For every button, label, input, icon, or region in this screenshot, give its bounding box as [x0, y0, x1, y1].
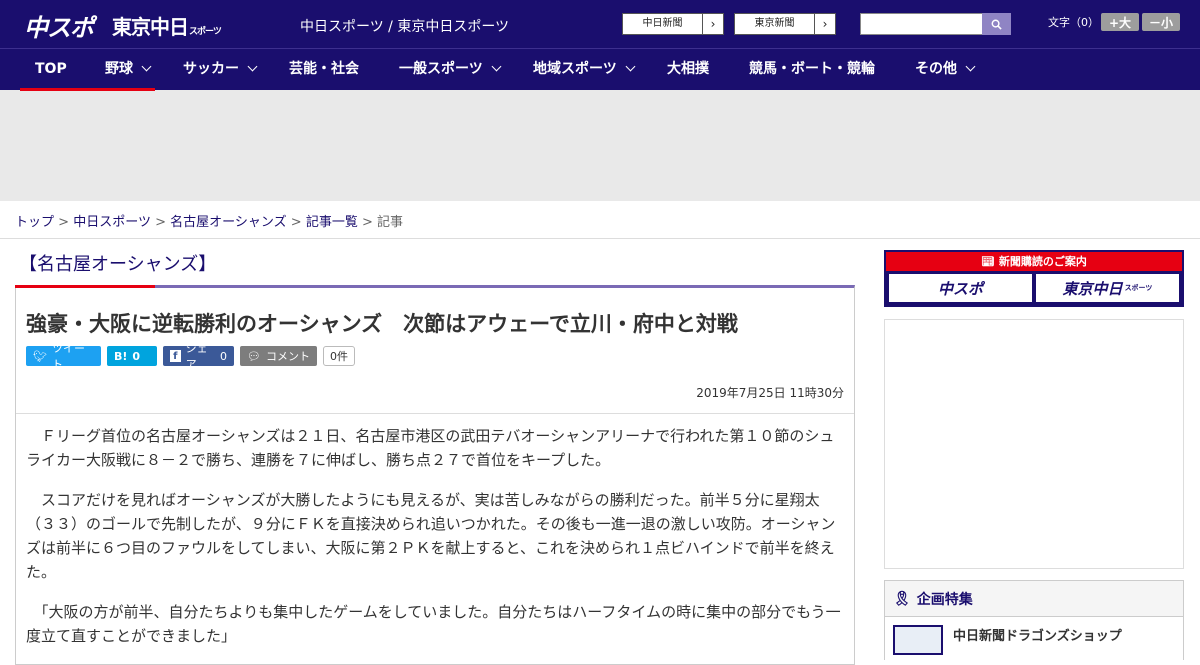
feature-heading: 🎗︎ 企画特集 [885, 581, 1183, 617]
chevron-down-icon [491, 61, 502, 72]
nav-label: 競馬・ボート・競輪 [749, 61, 875, 77]
article: 強豪・大阪に逆転勝利のオーシャンズ 次節はアウェーで立川・府中と対戦 🐦︎ ツイ… [15, 285, 855, 665]
nav-active-underline [20, 88, 155, 91]
article-column: 【名古屋オーシャンズ】 強豪・大阪に逆転勝利のオーシャンズ 次節はアウェーで立川… [15, 240, 855, 665]
comment-label: コメント [265, 350, 310, 363]
subscription-heading-text: 新聞購読のご案内 [998, 255, 1087, 268]
nav-label: サッカー [183, 61, 239, 77]
feature-item[interactable]: 中日新聞ドラゴンズショップ [885, 617, 1183, 663]
tokyo-logo-suffix: スポーツ [189, 27, 222, 37]
breadcrumb-link-chunichi-sports[interactable]: 中日スポーツ [73, 215, 151, 230]
tokyo-shimbun-link[interactable]: 東京新聞 › [734, 13, 836, 35]
ribbon-icon: 🎗︎ [893, 590, 911, 607]
subscribe-tokyo-logo[interactable]: 東京中日 スポーツ [1036, 274, 1179, 302]
chevron-down-icon [965, 61, 976, 72]
chevron-down-icon [141, 61, 152, 72]
chevron-down-icon [247, 61, 258, 72]
sidebar: 📰︎ 新聞購読のご案内 中スポ 東京中日 スポーツ 🎗︎ 企画特集 中日新聞ドラゴ… [884, 250, 1184, 663]
subscribe-tokyo-text: 東京中日 [1062, 279, 1123, 298]
twitter-icon: 🐦︎ [33, 349, 47, 363]
chevron-right-icon: › [710, 17, 716, 31]
facebook-share-label: シェア [185, 342, 208, 371]
font-smaller-button[interactable]: －小 [1142, 13, 1180, 31]
share-bar: 🐦︎ ツイート B! 0 f シェア 0 💬︎ コメント 0件 [16, 342, 854, 371]
article-paragraph: スコアだけを見ればオーシャンズが大勝したようにも見えるが、実は苦しみながらの勝利… [26, 491, 836, 581]
facebook-share-button[interactable]: f シェア 0 [163, 342, 234, 371]
breadcrumb-link-oceans[interactable]: 名古屋オーシャンズ [170, 215, 286, 230]
breadcrumb: トップ > 中日スポーツ > 名古屋オーシャンズ > 記事一覧 > 記事 [0, 201, 1200, 239]
subscription-heading: 📰︎ 新聞購読のご案内 [886, 252, 1182, 271]
chunichi-shimbun-link[interactable]: 中日新聞 › [622, 13, 724, 35]
article-headline: 強豪・大阪に逆転勝利のオーシャンズ 次節はアウェーで立川・府中と対戦 [26, 312, 738, 336]
chevron-down-icon [625, 61, 636, 72]
nav-label: 一般スポーツ [399, 61, 483, 77]
tweet-label: ツイート [51, 342, 85, 371]
article-body: Ｆリーグ首位の名古屋オーシャンズは２１日、名古屋市港区の武田テバオーシャンアリー… [16, 414, 854, 648]
speech-bubble-icon: 💬︎ [247, 349, 261, 363]
site-header: 中スポ 東京中日スポーツ 中日スポーツ / 東京中日スポーツ 中日新聞 › 東京… [0, 0, 1200, 48]
nav-item-soccer[interactable]: サッカー [183, 49, 258, 89]
font-larger-button[interactable]: +大 [1101, 13, 1139, 31]
tokyo-logo-text: 東京中日 [112, 15, 189, 39]
facebook-icon: f [170, 350, 181, 362]
nav-label: 大相撲 [667, 61, 709, 77]
main-nav: TOP 野球 サッカー 芸能・社会 一般スポーツ 地域スポーツ 大相撲 競馬・ボ… [0, 48, 1200, 91]
section-title: 【名古屋オーシャンズ】 [19, 254, 217, 275]
nav-item-racing[interactable]: 競馬・ボート・競輪 [749, 49, 875, 89]
subscription-logos: 中スポ 東京中日 スポーツ [886, 271, 1182, 305]
search-input[interactable] [860, 13, 984, 35]
hatena-icon: B! [114, 349, 128, 363]
comment-count-badge: 0件 [323, 346, 355, 366]
sidebar-ad [884, 319, 1184, 569]
breadcrumb-current: 記事 [377, 215, 404, 230]
tweet-button[interactable]: 🐦︎ ツイート [26, 342, 101, 371]
site-title: 中日スポーツ / 東京中日スポーツ [300, 19, 510, 35]
nav-label: 野球 [105, 61, 133, 77]
subscribe-chuspo-logo[interactable]: 中スポ [889, 274, 1032, 302]
feature-box: 🎗︎ 企画特集 中日新聞ドラゴンズショップ [884, 580, 1184, 663]
facebook-share-count: 0 [220, 349, 227, 363]
chevron-right-icon: › [822, 17, 828, 31]
tokyo-shimbun-label: 東京新聞 [735, 14, 815, 34]
breadcrumb-link-top[interactable]: トップ [15, 215, 54, 230]
chuspo-logo[interactable]: 中スポ [24, 8, 94, 43]
nav-item-general-sports[interactable]: 一般スポーツ [399, 49, 502, 89]
hatena-bookmark-button[interactable]: B! 0 [107, 346, 157, 366]
nav-item-top[interactable]: TOP [35, 49, 67, 89]
breadcrumb-separator: > [155, 215, 166, 230]
nav-item-baseball[interactable]: 野球 [105, 49, 152, 89]
font-size-label: 文字（0） [1048, 16, 1099, 29]
nav-item-sumo[interactable]: 大相撲 [667, 49, 709, 89]
newspaper-icon: 📰︎ [981, 255, 999, 268]
breadcrumb-separator: > [58, 215, 70, 230]
breadcrumb-link-article-list[interactable]: 記事一覧 [306, 215, 358, 230]
nav-label: その他 [915, 61, 957, 77]
subscribe-tokyo-suffix: スポーツ [1124, 284, 1153, 292]
ad-banner-area [0, 90, 1200, 201]
breadcrumb-separator: > [290, 215, 302, 230]
feature-heading-text: 企画特集 [916, 591, 973, 608]
breadcrumb-separator: > [361, 215, 373, 230]
subscription-banner[interactable]: 📰︎ 新聞購読のご案内 中スポ 東京中日 スポーツ [884, 250, 1184, 307]
search-button[interactable] [982, 13, 1011, 35]
tokyo-chunichi-logo[interactable]: 東京中日スポーツ [112, 11, 222, 40]
hatena-count: 0 [132, 349, 141, 363]
nav-label: TOP [35, 61, 67, 77]
article-paragraph: Ｆリーグ首位の名古屋オーシャンズは２１日、名古屋市港区の武田テバオーシャンアリー… [26, 427, 835, 469]
nav-item-local-sports[interactable]: 地域スポーツ [533, 49, 636, 89]
nav-item-other[interactable]: その他 [915, 49, 976, 89]
article-date: 2019年7月25日 11時30分 [16, 366, 854, 414]
chunichi-shimbun-label: 中日新聞 [623, 14, 703, 34]
search-icon [991, 19, 1002, 30]
comment-button[interactable]: 💬︎ コメント [240, 346, 317, 366]
nav-item-entertainment[interactable]: 芸能・社会 [289, 49, 359, 89]
nav-label: 芸能・社会 [289, 61, 359, 77]
nav-label: 地域スポーツ [533, 61, 617, 77]
article-paragraph: 「大阪の方が前半、自分たちよりも集中したゲームをしていました。自分たちはハーフタ… [26, 603, 841, 645]
